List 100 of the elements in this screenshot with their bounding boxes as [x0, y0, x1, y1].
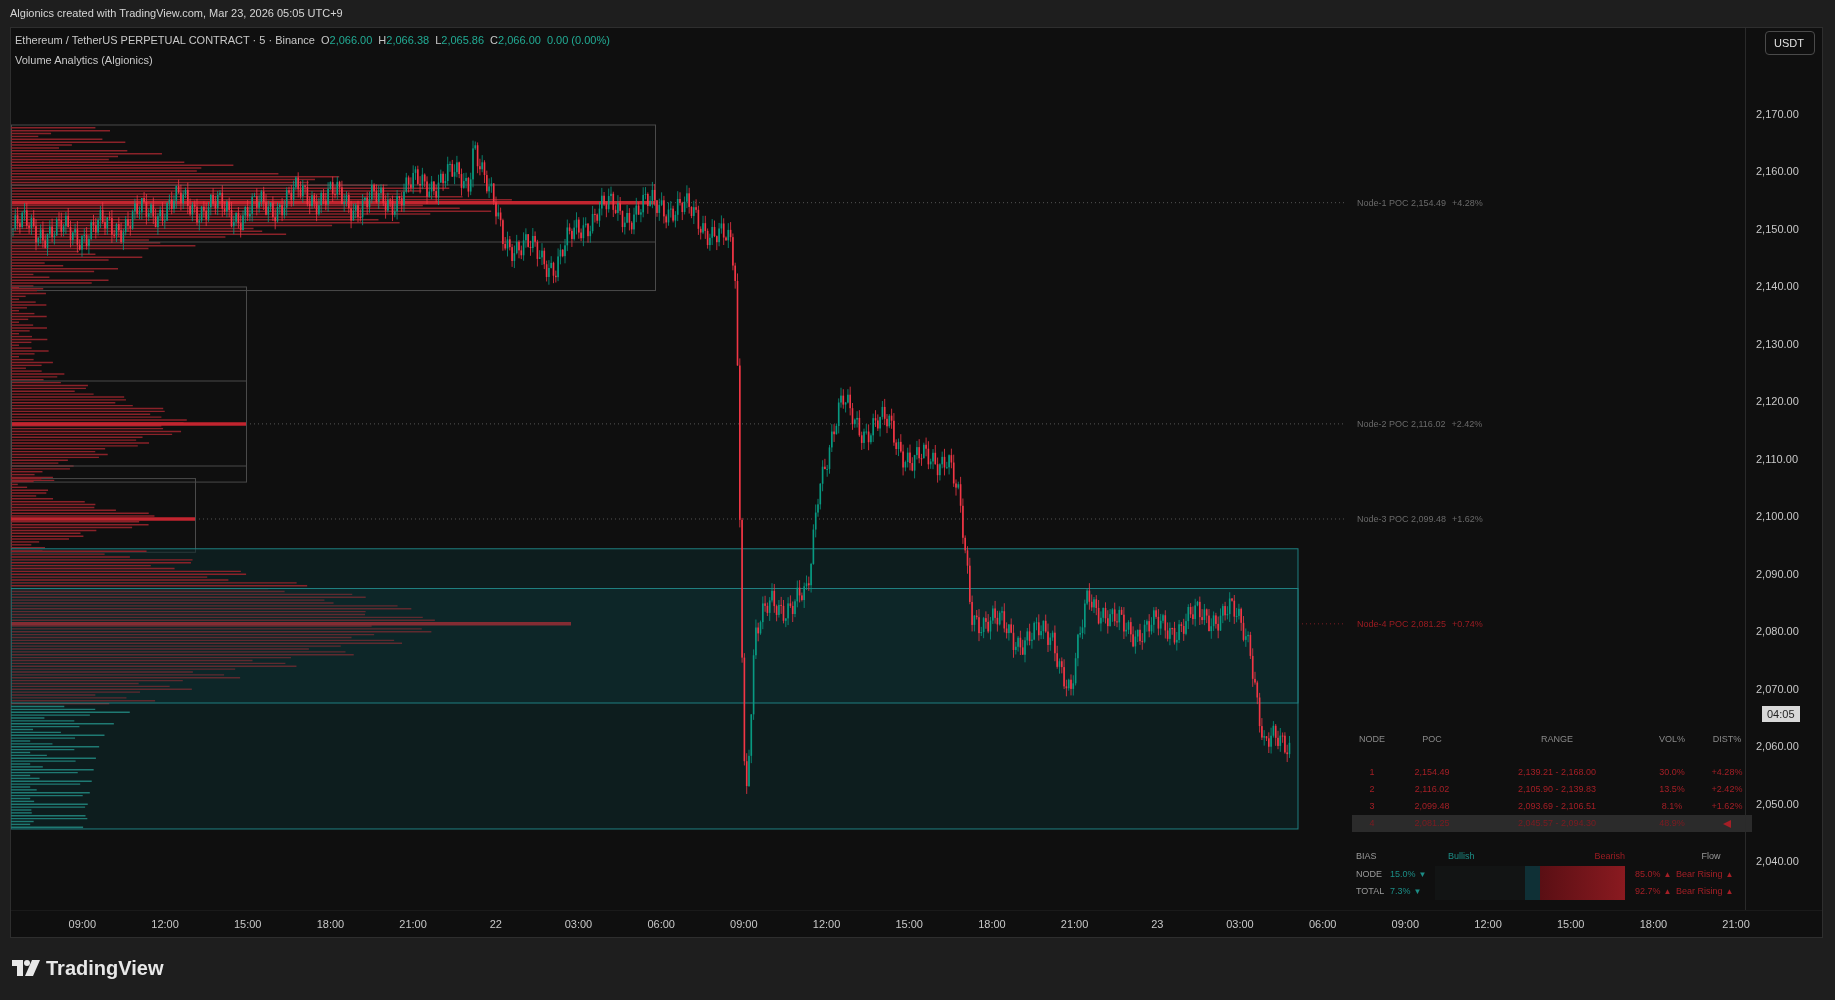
table-cell-text: 2,045.57 - 2,094.30: [1517, 816, 1597, 830]
bullish-value: 15.0%: [1390, 867, 1416, 881]
node-label: Node-3 POC 2,099.48: [1357, 513, 1447, 525]
price-label: 2,060.00: [1756, 739, 1799, 753]
time-label: 18:00: [1639, 916, 1668, 932]
table-cell-text: 2,105.90 - 2,139.83: [1517, 782, 1597, 796]
trend-arrow: ▼: [1418, 868, 1427, 881]
logo-icon: [12, 960, 40, 976]
table-cell-text: 1: [1369, 765, 1375, 779]
time-label: 12:00: [1474, 916, 1502, 932]
table-cell-text: 13.5%: [1659, 782, 1685, 796]
column-header: VOL%: [1659, 733, 1685, 747]
time-label: 12:00: [812, 916, 841, 932]
ohlc-value: 2,065.86: [441, 33, 485, 48]
table-cell-text: 2: [1369, 782, 1375, 796]
bias-header: Bearish: [1594, 850, 1625, 864]
price-label: 2,120.00: [1756, 394, 1799, 408]
time-label: 15:00: [895, 916, 923, 932]
attribution-text: Algionics created with TradingView.com, Mar 23, 2026 05:05 UTC+9: [10, 6, 343, 22]
time-label: 22: [489, 916, 502, 932]
table-cell-text: 30.0%: [1659, 765, 1685, 779]
indicator-name: Volume Analytics (Algionics): [15, 52, 154, 68]
price-label: 2,140.00: [1756, 279, 1799, 293]
flow-value: Bear Rising: [1676, 884, 1723, 898]
ohlc-value: 2,066.00: [498, 33, 541, 48]
table-cell-text: 2,116.02: [1414, 782, 1450, 796]
price-label: 2,160.00: [1756, 164, 1799, 178]
price-label: 2,040.00: [1756, 854, 1799, 868]
bias-label: NODE: [1355, 867, 1383, 881]
node-label: Node-4 POC 2,081.25: [1357, 617, 1447, 630]
price-label: 2,090.00: [1756, 566, 1799, 581]
time-label: 09:00: [1391, 916, 1420, 932]
ohlc-value: 2,066.38: [386, 33, 430, 48]
time-label: 09:00: [730, 916, 758, 932]
table-cell-text: 8.1%: [1661, 799, 1683, 813]
ohlc-label: C: [490, 33, 499, 48]
bias-label: TOTAL: [1355, 884, 1386, 898]
ohlc-label: O: [320, 33, 330, 48]
price-label: 2,110.00: [1756, 451, 1798, 466]
node-distance: +4.28%: [1452, 196, 1483, 209]
price-label: 2,050.00: [1756, 796, 1799, 811]
table-cell-text: 2,099.48: [1414, 799, 1450, 813]
price-label: 2,130.00: [1756, 336, 1799, 351]
price-label: 2,170.00: [1756, 106, 1799, 121]
time-label: 15:00: [1556, 916, 1585, 932]
bias-header: BIAS: [1355, 850, 1378, 864]
time-label: 03:00: [564, 916, 593, 932]
bullish-value: 7.3%: [1390, 884, 1411, 898]
countdown-label: 04:05: [1762, 706, 1800, 722]
time-label: 18:00: [978, 916, 1006, 932]
currency-button[interactable]: USDT: [1765, 31, 1815, 55]
trend-arrow: ▼: [1413, 885, 1422, 898]
table-cell-text: 48.9%: [1659, 816, 1685, 830]
trend-arrow: ▲: [1663, 868, 1672, 881]
bearish-value: 92.7%: [1635, 884, 1661, 898]
table-cell-text: +4.28%: [1711, 765, 1743, 779]
column-header: RANGE: [1541, 733, 1573, 747]
price-label: 2,150.00: [1756, 221, 1799, 236]
node-distance: +0.74%: [1452, 617, 1483, 630]
time-label: 06:00: [647, 916, 675, 932]
price-label: 2,100.00: [1756, 509, 1799, 523]
table-cell-text: 2,081.25: [1414, 816, 1450, 830]
column-header: DIST%: [1712, 733, 1742, 747]
ohlc-label: L: [435, 33, 442, 48]
price-label: 2,080.00: [1756, 624, 1799, 638]
node-distance: +2.42%: [1451, 417, 1483, 430]
ohlc-value: 2,066.00: [329, 33, 373, 48]
column-header: NODE: [1359, 733, 1385, 747]
time-label: 12:00: [151, 916, 179, 932]
bias-header: Bullish: [1448, 850, 1475, 864]
time-label: 21:00: [1060, 916, 1089, 932]
symbol-title: Ethereum / TetherUS PERPETUAL CONTRACT · 5 · Binance: [15, 33, 315, 48]
table-cell-text: 3: [1369, 799, 1375, 813]
trend-arrow: ▲: [1725, 868, 1734, 881]
price-label: 2,070.00: [1756, 681, 1799, 696]
table-cell-text: 2,093.69 - 2,106.51: [1517, 799, 1597, 813]
triangle-left-icon: [1723, 819, 1731, 828]
time-label: 03:00: [1226, 916, 1254, 932]
ohlc-label: H: [378, 33, 387, 48]
time-label: 21:00: [399, 916, 427, 932]
time-label: 18:00: [316, 916, 345, 932]
node-distance: +1.62%: [1452, 513, 1483, 525]
table-cell-text: 2,139.21 - 2,168.00: [1517, 765, 1597, 779]
table-cell-text: +2.42%: [1711, 782, 1743, 796]
bearish-value: 85.0%: [1635, 867, 1661, 881]
table-cell-text: +1.62%: [1711, 799, 1743, 813]
column-header: POC: [1422, 733, 1442, 747]
trend-arrow: ▲: [1663, 885, 1672, 898]
node-label: Node-1 POC 2,154.49: [1357, 196, 1447, 209]
table-cell-text: 2,154.49: [1414, 765, 1450, 779]
table-cell-text: 4: [1369, 816, 1375, 830]
time-label: 23: [1151, 916, 1164, 932]
node-label: Node-2 POC 2,116.02: [1357, 417, 1446, 430]
time-label: 06:00: [1308, 916, 1337, 932]
trend-arrow: ▲: [1725, 885, 1734, 898]
change-value: 0.00 (0.00%): [546, 33, 610, 48]
time-label: 15:00: [233, 916, 262, 932]
logo-text: TradingView: [46, 956, 164, 981]
bias-header: Flow: [1701, 850, 1721, 864]
time-label: 21:00: [1722, 916, 1750, 932]
